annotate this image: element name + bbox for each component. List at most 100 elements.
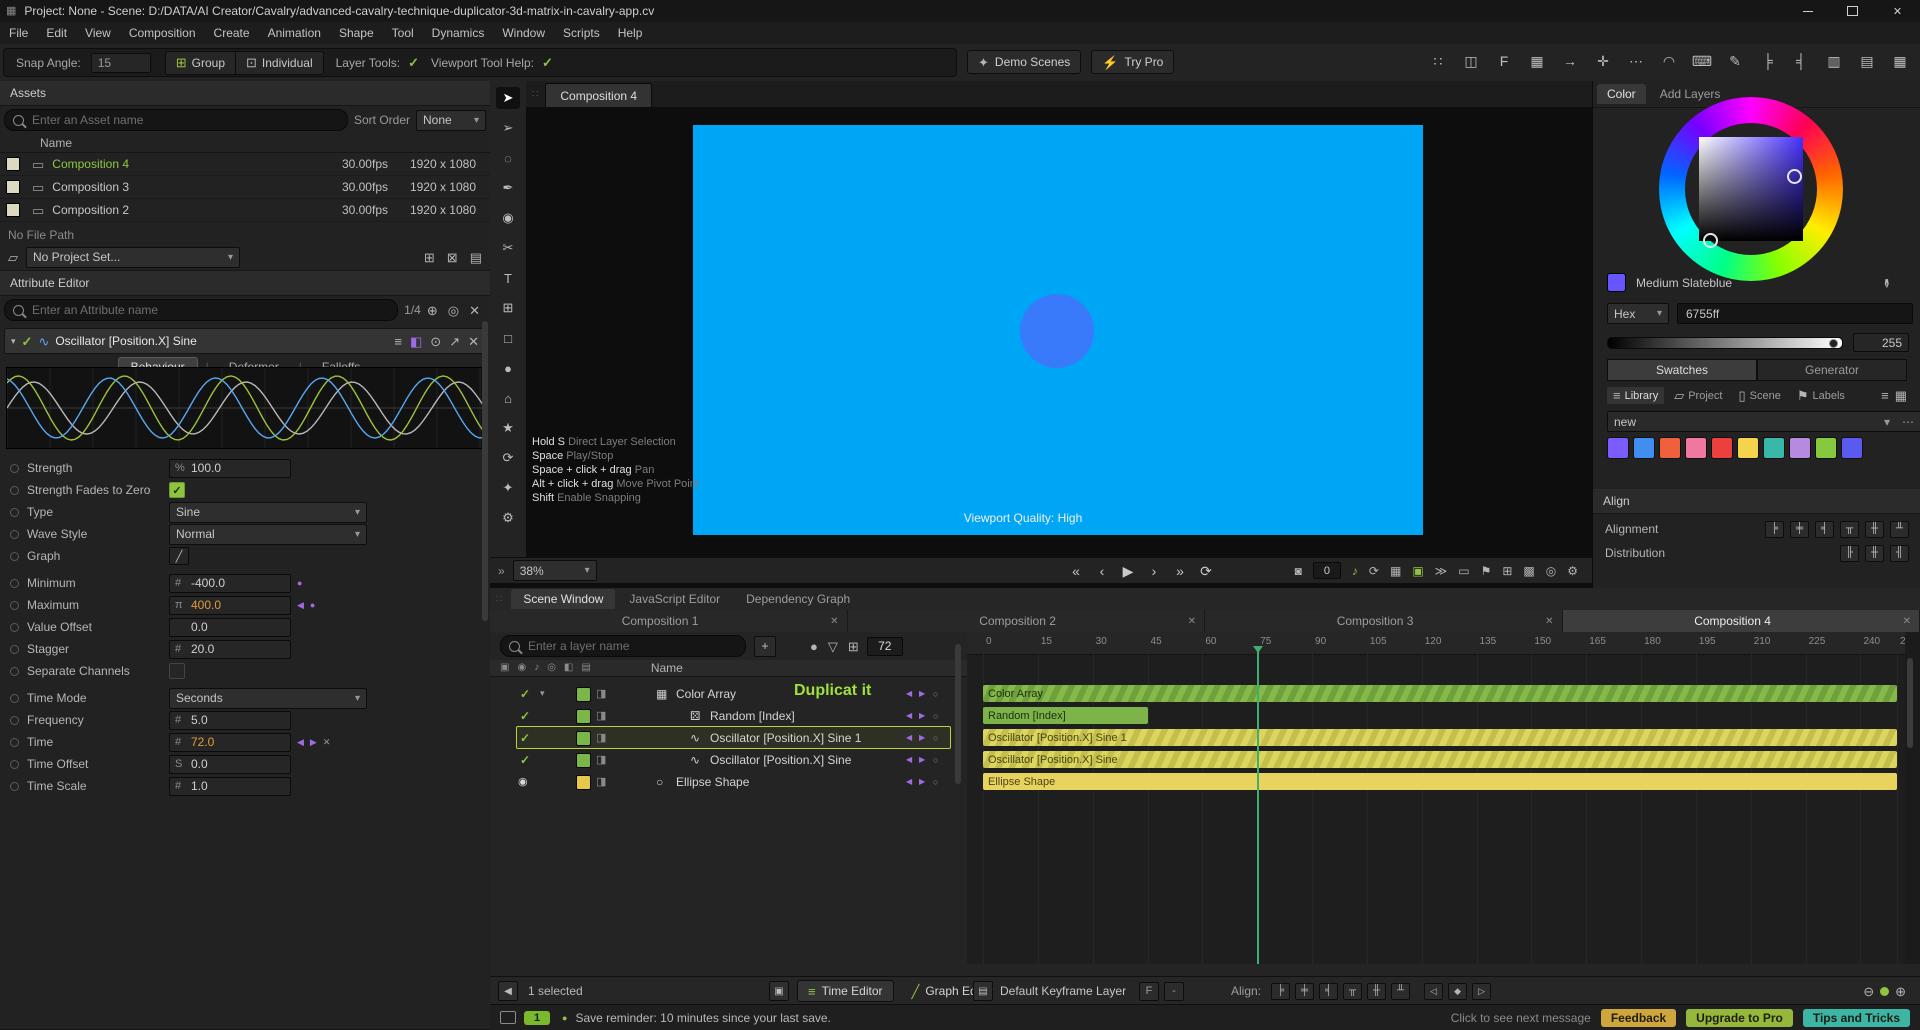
align-middle-v-icon[interactable]: ╫ [1367,983,1386,1000]
close-icon[interactable]: ✕ [830,616,838,627]
key-next-icon[interactable]: ▷ [1472,983,1491,1000]
layer-color-swatch[interactable] [576,687,591,702]
align-top-icon[interactable]: ╥ [1343,983,1362,1000]
comp-tab-composition-1[interactable]: Composition 1✕ [490,610,848,632]
align-top-icon[interactable]: ╥ [1840,521,1859,538]
comp-tab-composition-3[interactable]: Composition 3✕ [1205,610,1563,632]
menu-dynamics[interactable]: Dynamics [423,26,494,40]
number-field[interactable]: %100.0 [169,459,291,478]
connection-socket-icon[interactable] [10,508,19,517]
connection-socket-icon[interactable] [10,667,19,676]
connection-socket-icon[interactable] [10,486,19,495]
camera-icon[interactable]: ◙ [1295,565,1302,577]
expand-strip-icon[interactable]: » [498,564,505,578]
number-field[interactable]: #5.0 [169,711,291,730]
star-tool[interactable]: ★ [496,417,520,439]
number-field[interactable]: 0.0 [169,618,291,637]
align-horizontal-right-icon[interactable]: ╡ [1791,50,1811,72]
folder-add-icon[interactable]: ⊞ [1502,565,1512,577]
distribute-left-icon[interactable]: ╟ [1840,545,1859,562]
hex-input[interactable]: 6755ff [1677,303,1913,324]
graph-curve-button[interactable]: ╱ [169,547,189,565]
connection-socket-icon[interactable] [10,738,19,747]
connection-socket-icon[interactable] [10,694,19,703]
close-icon[interactable]: ✕ [1188,616,1196,627]
layout-rows-icon[interactable]: ▤ [1857,50,1877,72]
loop-icon[interactable]: ⟳ [1198,564,1214,578]
settings-icon[interactable]: ⚙ [1567,565,1578,577]
tab-dependency-graph[interactable]: Dependency Graph [734,589,862,609]
group-toggle[interactable]: ⊞Group [166,52,235,74]
hex-mode-dropdown[interactable]: Hex▾ [1607,303,1669,324]
connection-socket-icon[interactable] [10,760,19,769]
arc-tool-icon[interactable]: ◠ [1659,50,1679,72]
audio-icon[interactable]: ♪ [1352,565,1358,577]
snapshot-icon[interactable]: ◎ [1546,565,1556,577]
menu-create[interactable]: Create [205,26,259,40]
connection-socket-icon[interactable] [10,579,19,588]
step-forward-icon[interactable]: › [1146,564,1162,578]
comp-tab-composition-2[interactable]: Composition 2✕ [848,610,1206,632]
timeline-bar-oscillator-position-x-sine[interactable]: Oscillator [Position.X] Sine [983,751,1897,768]
node-align-icon[interactable]: ✛ [1593,50,1613,72]
folder-delete-icon[interactable]: ⊠ [447,251,458,264]
viewport-tab-composition-4[interactable]: Composition 4 [545,83,652,108]
align-horizontal-left-icon[interactable]: ╞ [1758,50,1778,72]
dropdown[interactable]: Normal▾ [169,524,367,545]
dropdown[interactable]: Seconds▾ [169,688,367,709]
timeline-ruler[interactable]: 0153045607590105120135150165180195210225… [967,632,1920,655]
prev-key-icon[interactable]: ◀ [297,600,304,611]
sparkle-tool[interactable]: ✦ [496,477,520,499]
lasso-tool[interactable]: ◌ [496,147,520,169]
menu-help[interactable]: Help [609,26,652,40]
clear-key-icon[interactable]: ✕ [323,737,331,748]
menu-window[interactable]: Window [493,26,554,40]
dash-field[interactable]: - [1164,982,1184,1001]
color-swatch-7[interactable] [1789,437,1811,459]
upgrade-to-pro-button[interactable]: Upgrade to Pro [1686,1009,1793,1027]
layer-color-swatch[interactable] [576,731,591,746]
key-diamond-icon[interactable]: ◆ [1448,983,1467,1000]
layer-color-swatch[interactable] [576,775,591,790]
rotate-tool[interactable]: ⟳ [496,447,520,469]
layer-color-swatch[interactable] [576,753,591,768]
attribute-search-input[interactable] [30,302,389,318]
connection-socket-icon[interactable] [10,782,19,791]
rectangle-tool[interactable]: □ [496,327,520,349]
next-message-link[interactable]: Click to see next message [1451,1011,1591,1025]
list-icon[interactable]: ≡ [394,335,402,348]
color-swatch-3[interactable] [1685,437,1707,459]
asset-search[interactable] [4,109,348,131]
tab-generator[interactable]: Generator [1757,359,1907,381]
tab-swatches[interactable]: Swatches [1607,359,1757,381]
color-swatch-0[interactable] [1607,437,1629,459]
tab-add-layers[interactable]: Add Layers [1650,84,1731,104]
alpha-value-field[interactable]: 255 [1853,333,1909,352]
hue-cursor[interactable] [1703,233,1718,248]
alpha-slider-thumb[interactable] [1829,339,1838,348]
pixel-grid-icon[interactable]: ▦ [1527,50,1547,72]
annotate-icon[interactable]: ✎ [1725,50,1745,72]
keyboard-shortcuts-icon[interactable]: ⌨ [1692,50,1712,72]
refresh-icon[interactable]: ⟳ [1369,565,1379,577]
zoom-dropdown[interactable]: 38%▾ [513,560,597,581]
next-key-icon[interactable]: ▶ [919,728,925,747]
target-icon[interactable]: ◎ [448,304,459,317]
layer-enabled-checkbox[interactable]: ✓ [520,750,530,769]
artboard-tool[interactable]: ⊞ [496,297,520,319]
prev-key-icon[interactable]: ◀ [297,737,304,748]
layer-color-swatch[interactable] [576,709,591,724]
tab-project[interactable]: ▱Project [1668,387,1728,404]
select-tool[interactable]: ➤ [496,87,520,109]
menu-shape[interactable]: Shape [330,26,383,40]
close-icon[interactable]: ✕ [1903,616,1911,627]
tab-scene[interactable]: ▯Scene [1732,387,1786,404]
text-tool[interactable]: T [496,267,520,289]
sv-cursor[interactable] [1787,169,1802,184]
number-field[interactable]: #1.0 [169,777,291,796]
color-swatch-2[interactable] [1659,437,1681,459]
pen-tool[interactable]: ✒ [496,177,520,199]
pin-icon[interactable]: ⊙ [430,335,441,348]
skip-start-icon[interactable]: « [1068,564,1084,578]
number-field[interactable]: #-400.0 [169,574,291,593]
